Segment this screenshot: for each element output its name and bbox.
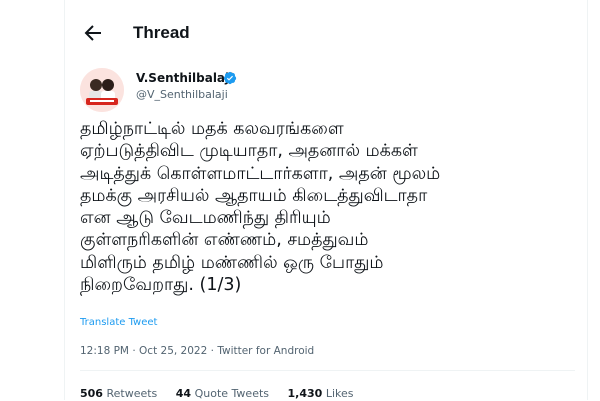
verified-badge-icon [223,71,237,85]
translate-tweet-link[interactable]: Translate Tweet [80,316,157,329]
tweet-text: தமிழ்நாட்டில் மதக் கலவரங்களை ஏற்படுத்திவ… [80,118,580,296]
retweets-stat[interactable]: 506 Retweets [80,386,157,401]
meta-separator: · [132,345,136,357]
likes-stat[interactable]: 1,430 Likes [288,386,354,401]
quote-tweets-label: Quote Tweets [194,387,270,400]
tweet-time[interactable]: 12:18 PM [80,345,129,357]
back-button[interactable] [81,21,105,45]
tweet-date[interactable]: Oct 25, 2022 [139,345,207,357]
page-title: Thread [133,23,190,42]
retweets-label: Retweets [106,387,158,400]
author-name[interactable]: V.Senthilbalaji [136,70,233,86]
author-avatar[interactable] [80,68,124,112]
tweet-text-line: அடித்துக் கொள்ளமாட்டார்களா, அதன் மூலம் [80,163,441,184]
engagement-stats: 506 Retweets 44 Quote Tweets 1,430 Likes [80,386,368,401]
author-handle[interactable]: @V_Senthilbalaji [136,88,228,102]
tweet-metadata: 12:18 PM · Oct 25, 2022 · Twitter for An… [80,344,314,358]
thread-header: Thread [65,0,587,66]
quote-tweets-count: 44 [175,387,192,400]
tweet-text-line: நிறைவேறாது. (1/3) [80,275,242,296]
quote-tweets-stat[interactable]: 44 Quote Tweets [176,386,269,401]
tweet-text-line: மிளிரும் தமிழ் மண்ணில் ஒரு போதும் [80,252,384,273]
tweet-text-line: தமிழ்நாட்டில் மதக் கலவரங்களை [80,119,344,139]
avatar-image [80,68,124,112]
retweets-count: 506 [80,387,103,400]
timeline-right-border [587,0,588,400]
tweet-source[interactable]: Twitter for Android [217,345,314,357]
likes-count: 1,430 [287,387,323,400]
likes-label: Likes [325,387,354,400]
arrow-left-icon [84,25,101,41]
meta-separator: · [210,345,214,357]
tweet-text-line: ஏற்படுத்திவிட முடியாதா, அதனால் மக்கள் [80,141,418,162]
tweet-text-line: என ஆடு வேடமணிந்து திரியும் [80,208,331,229]
tweet-text-line: குள்ளநரிகளின் எண்ணம், சமத்துவம் [80,230,369,251]
divider [80,370,575,371]
tweet-text-line: தமக்கு அரசியல் ஆதாயம் கிடைத்துவிடாதா [80,185,428,206]
